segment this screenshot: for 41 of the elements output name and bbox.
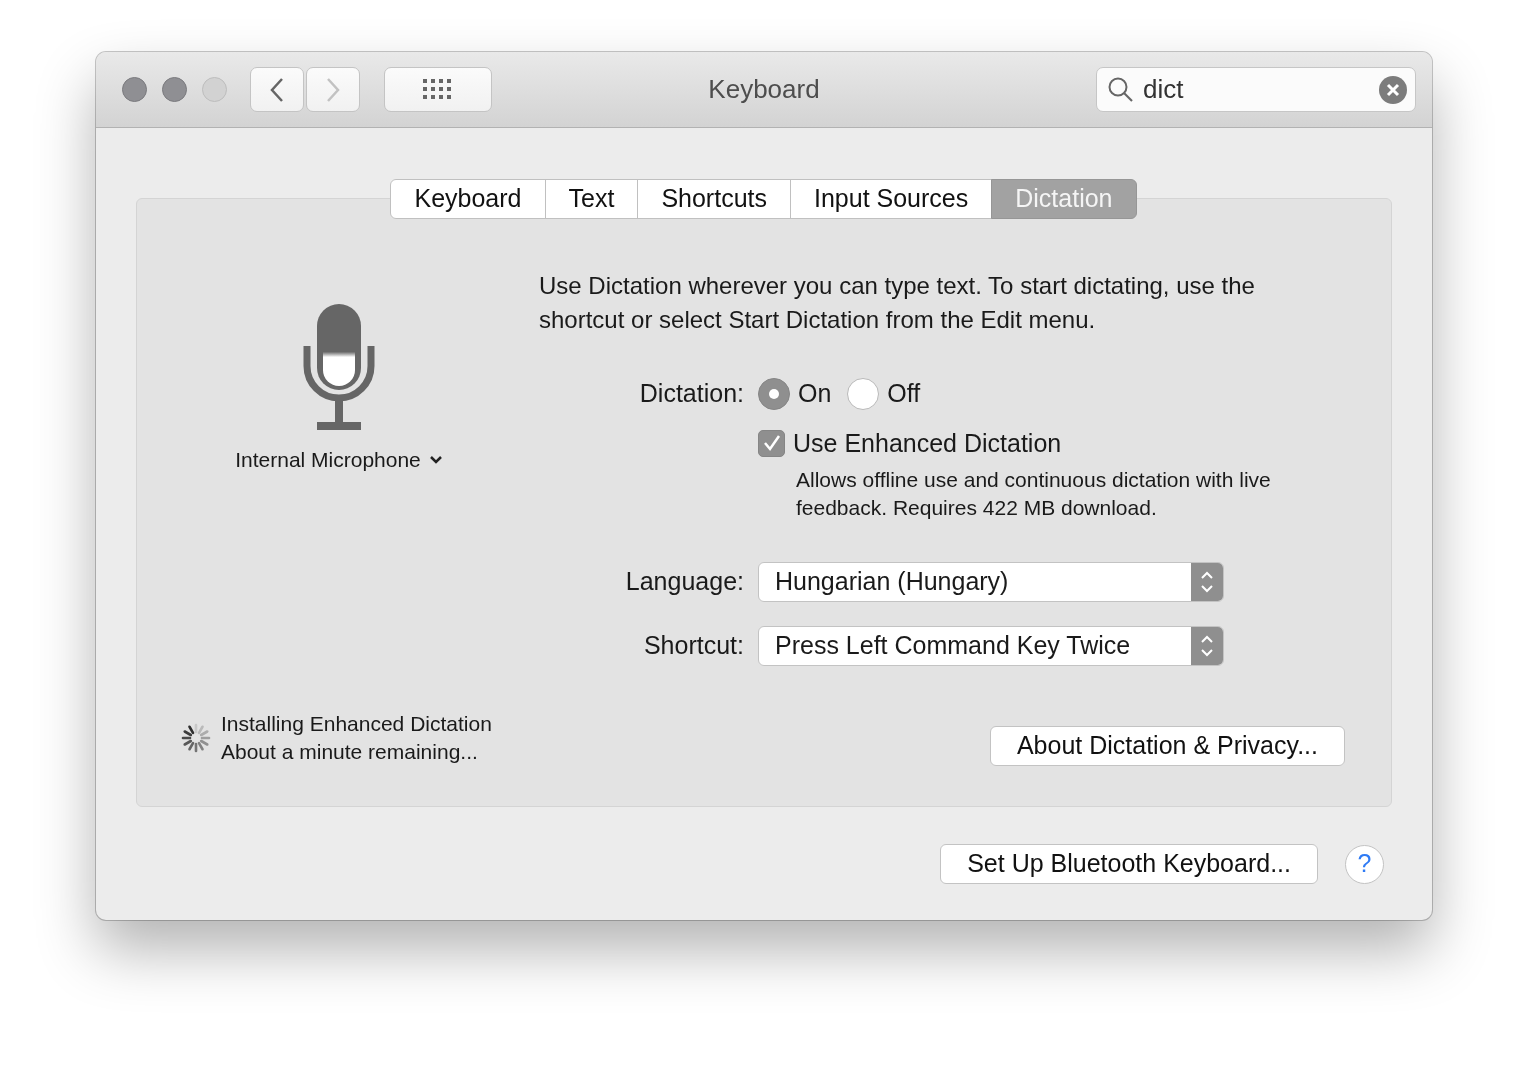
enhanced-dictation-checkbox[interactable]: Use Enhanced Dictation: [758, 424, 1276, 462]
status-detail: About a minute remaining...: [221, 739, 479, 765]
tab[interactable]: Input Sources: [790, 179, 993, 219]
window-title: Keyboard: [708, 73, 820, 106]
tab[interactable]: Text: [544, 179, 639, 219]
show-all-button[interactable]: [384, 67, 492, 112]
radio-button[interactable]: [758, 377, 790, 410]
popup-menu[interactable]: Hungarian (Hungary): [758, 562, 1224, 602]
stepper-arrows-icon: [1200, 569, 1214, 595]
tab[interactable]: Shortcuts: [637, 179, 791, 219]
bluetooth-setup-button[interactable]: Set Up Bluetooth Keyboard...: [940, 844, 1318, 884]
stepper-arrows-icon: [1200, 633, 1214, 659]
clear-icon[interactable]: [1379, 75, 1407, 104]
spinner-icon: [179, 721, 213, 755]
tab[interactable]: Keyboard: [390, 179, 546, 219]
field-label: Language:: [624, 566, 744, 598]
help-button[interactable]: ?: [1345, 844, 1384, 884]
radio-button[interactable]: [847, 377, 880, 410]
radio-label: Off: [887, 378, 921, 409]
popup-menu[interactable]: Press Left Command Key Twice: [758, 626, 1224, 666]
status-title: Installing Enhanced Dictation: [221, 711, 492, 737]
search-field[interactable]: dict: [1096, 67, 1416, 112]
checkbox[interactable]: [758, 429, 785, 457]
field-label: Shortcut:: [642, 630, 744, 662]
window-control-button[interactable]: [122, 77, 147, 102]
dictation-label: Dictation:: [638, 378, 744, 409]
chevron-left-icon: [269, 76, 285, 103]
grid-icon: [423, 78, 453, 101]
enhanced-dictation-note: Allows offline use and continuous dictation with live feedback. Requires 422 MB download.: [796, 467, 1272, 521]
checkbox-label: Use Enhanced Dictation: [793, 427, 1062, 459]
search-icon: [1107, 75, 1135, 104]
chevron-down-icon: [428, 454, 443, 465]
window-control-button[interactable]: [162, 77, 187, 102]
back-button[interactable]: [250, 67, 304, 112]
microphone-menu[interactable]: Internal Microphone: [235, 444, 443, 476]
microphone-icon: [303, 304, 375, 430]
radio-label: On: [798, 378, 832, 409]
checkmark-icon: [762, 434, 781, 453]
description-text: Use Dictation wherever you can type text. To start dictating, use the shortcut or select Start Dictation from the Edit menu.: [539, 271, 1256, 335]
chevron-right-icon: [325, 76, 341, 103]
about-privacy-button[interactable]: About Dictation & Privacy...: [989, 726, 1345, 766]
